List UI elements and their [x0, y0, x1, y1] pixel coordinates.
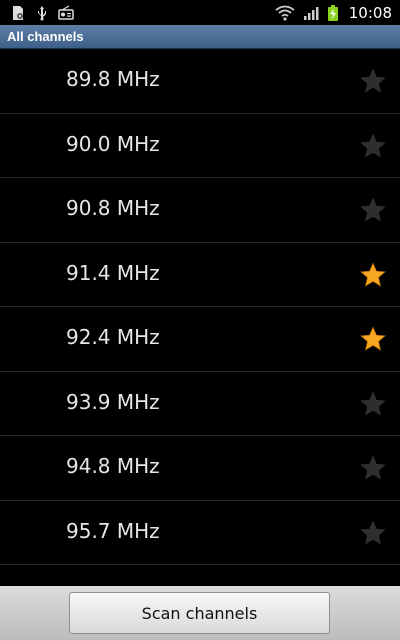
list-header: All channels	[0, 25, 400, 49]
usb-icon	[34, 5, 50, 21]
radio-icon	[58, 4, 74, 21]
wifi-icon	[275, 5, 295, 21]
channel-frequency: 90.8 MHz	[66, 196, 160, 220]
star-icon[interactable]	[360, 520, 386, 546]
channel-row[interactable]: 92.4 MHz	[0, 307, 400, 372]
channel-list[interactable]: 89.8 MHz 90.0 MHz 90.8 MHz 91.4 MHz 92.4…	[0, 49, 400, 586]
battery-charging-icon	[327, 4, 339, 21]
clock: 10:08	[348, 3, 392, 22]
scan-channels-button[interactable]: Scan channels	[69, 592, 330, 634]
star-icon[interactable]	[360, 261, 386, 288]
star-icon[interactable]	[360, 455, 386, 481]
star-icon[interactable]	[360, 68, 386, 94]
channel-frequency: 89.8 MHz	[66, 67, 160, 91]
star-icon[interactable]	[360, 133, 386, 159]
channel-row[interactable]: 90.0 MHz	[0, 114, 400, 178]
channel-frequency: 91.4 MHz	[66, 260, 160, 285]
channel-frequency: 94.8 MHz	[66, 454, 160, 478]
channel-frequency: 95.7 MHz	[66, 518, 160, 543]
signal-icon	[303, 5, 319, 21]
bottom-bar: Scan channels	[0, 586, 400, 640]
channel-frequency: 90.0 MHz	[66, 131, 160, 156]
channel-frequency: 92.4 MHz	[66, 325, 160, 349]
channel-row[interactable]: 89.8 MHz	[0, 49, 400, 114]
status-bar: 10:08	[0, 0, 400, 25]
channel-frequency: 93.9 MHz	[66, 389, 160, 414]
channel-row[interactable]: 93.9 MHz	[0, 372, 400, 436]
star-icon[interactable]	[360, 197, 386, 223]
channel-row[interactable]: 95.7 MHz	[0, 501, 400, 565]
star-icon[interactable]	[360, 391, 386, 417]
fm-radio-screen: 10:08 All channels 89.8 MHz 90.0 MHz 90.…	[0, 0, 400, 640]
channel-row[interactable]: 91.4 MHz	[0, 243, 400, 307]
channel-row[interactable]: 94.8 MHz	[0, 436, 400, 501]
channel-row[interactable]: 90.8 MHz	[0, 178, 400, 243]
star-icon[interactable]	[360, 326, 386, 352]
document-settings-icon	[10, 5, 26, 21]
header-title: All channels	[7, 29, 84, 44]
